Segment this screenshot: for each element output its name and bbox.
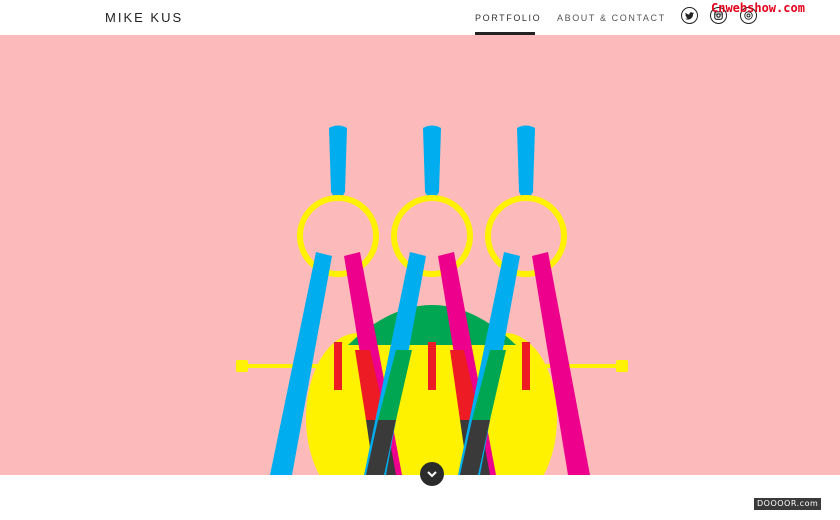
watermark-bottom: DOOOOR.com xyxy=(754,498,822,510)
chevron-down-icon xyxy=(427,470,437,477)
twitter-icon xyxy=(685,11,694,20)
site-logo[interactable]: MIKE KUS xyxy=(105,10,183,25)
hero-banner xyxy=(0,35,840,475)
scroll-down-button[interactable] xyxy=(420,462,444,486)
twitter-button[interactable] xyxy=(681,7,698,24)
watermark-top: Cnwebshow.com xyxy=(711,1,805,15)
nav-about-contact[interactable]: ABOUT & CONTACT xyxy=(557,13,666,23)
compasses-illustration xyxy=(236,125,628,475)
nav-portfolio[interactable]: PORTFOLIO xyxy=(475,13,541,23)
